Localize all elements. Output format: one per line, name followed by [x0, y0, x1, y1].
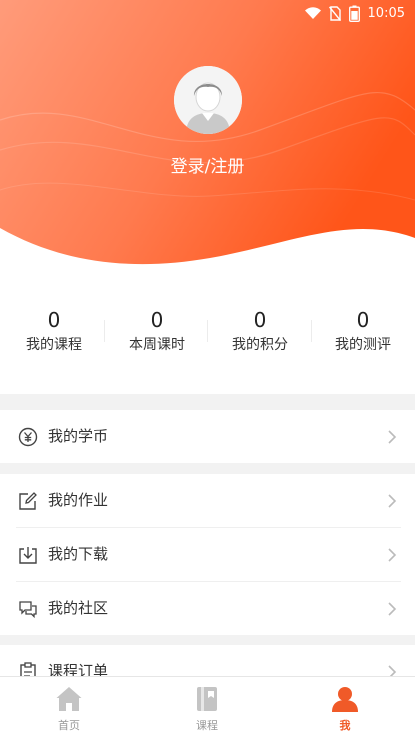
menu-item-homework[interactable]: 我的作业 [0, 474, 415, 527]
login-register-link[interactable]: 登录/注册 [0, 152, 415, 177]
profile-header: 10:05 登录/注册 [0, 0, 415, 270]
chevron-right-icon [388, 548, 397, 562]
stat-my-assessments[interactable]: 0 我的测评 [311, 308, 415, 354]
menu-item-label: 我的学币 [48, 427, 109, 445]
menu-item-label: 我的社区 [48, 599, 109, 617]
home-icon [56, 687, 82, 711]
no-sim-icon [328, 5, 341, 21]
stat-value: 0 [253, 308, 267, 332]
stat-label: 我的课程 [26, 337, 82, 353]
menu-item-label: 我的下载 [48, 545, 109, 563]
stat-my-points[interactable]: 0 我的积分 [208, 308, 312, 354]
bottom-tab-bar: 首页 课程 我 [0, 676, 415, 737]
wifi-icon [304, 6, 321, 20]
stats-panel: 0 我的课程 0 本周课时 0 我的积分 0 我的测评 [0, 270, 415, 394]
tab-me[interactable]: 我 [276, 677, 414, 737]
tab-courses[interactable]: 课程 [138, 677, 276, 737]
header-background [0, 0, 415, 270]
battery-icon [348, 5, 360, 22]
menu-group-wallet: 我的学币 [0, 410, 415, 463]
stat-value: 0 [356, 308, 370, 332]
menu-item-coins[interactable]: 我的学币 [0, 410, 415, 463]
tab-label: 课程 [196, 719, 218, 732]
stat-label: 我的积分 [232, 337, 288, 353]
tab-label: 首页 [58, 719, 80, 732]
tab-home[interactable]: 首页 [0, 677, 138, 737]
tab-label: 我 [339, 719, 351, 732]
stat-label: 我的测评 [335, 337, 391, 353]
status-time: 10:05 [367, 5, 405, 21]
stat-value: 0 [150, 308, 164, 332]
default-avatar-icon [174, 66, 242, 134]
book-icon [197, 687, 217, 711]
chat-bubbles-icon [19, 601, 37, 619]
coin-icon [18, 427, 38, 447]
chevron-right-icon [388, 494, 397, 508]
status-bar: 10:05 [0, 0, 415, 26]
menu-item-community[interactable]: 我的社区 [0, 582, 415, 635]
chevron-right-icon [388, 430, 397, 444]
menu-item-downloads[interactable]: 我的下载 [0, 528, 415, 581]
download-icon [19, 547, 37, 564]
menu-item-label: 我的作业 [48, 491, 109, 509]
user-icon [332, 687, 358, 712]
edit-icon [19, 492, 37, 510]
stat-weekly-hours[interactable]: 0 本周课时 [105, 308, 209, 354]
stat-value: 0 [47, 308, 61, 332]
chevron-right-icon [388, 602, 397, 616]
menu-group-learning: 我的作业 我的下载 我的社区 [0, 474, 415, 635]
stat-label: 本周课时 [129, 337, 185, 353]
avatar[interactable] [174, 66, 242, 134]
stat-my-courses[interactable]: 0 我的课程 [2, 308, 106, 354]
